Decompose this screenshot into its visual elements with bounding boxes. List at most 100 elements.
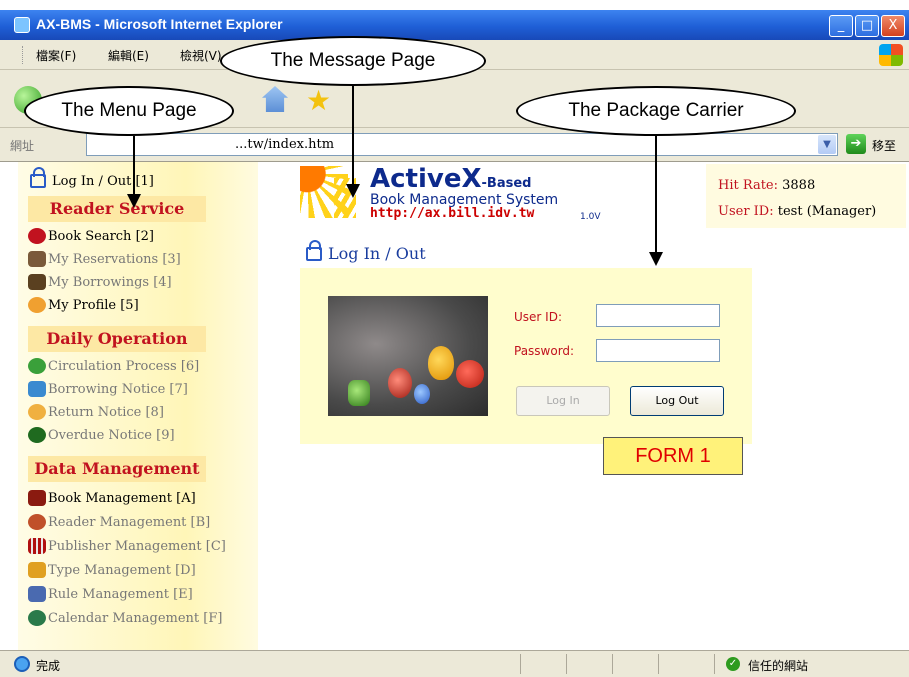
type-management-icon <box>28 562 46 578</box>
logout-button[interactable]: Log Out <box>630 386 724 416</box>
callout-arrow-head <box>127 194 141 208</box>
flask-shape <box>428 346 454 380</box>
menu-item-label: Reader Management [B] <box>48 514 211 530</box>
menu-calendar-management[interactable]: Calendar Management [F] <box>28 607 222 629</box>
section-data-management: Data Management <box>28 456 206 482</box>
reader-management-icon <box>28 514 46 530</box>
menu-book-search[interactable]: Book Search [2] <box>28 225 154 247</box>
hit-rate-row: Hit Rate: 3888 <box>718 178 815 193</box>
status-separator <box>658 654 659 674</box>
callout-message-page: The Message Page <box>220 36 486 86</box>
user-id-row: User ID: test (Manager) <box>718 204 876 219</box>
menu-item-label: Overdue Notice [9] <box>48 427 175 443</box>
menu-book-management[interactable]: Book Management [A] <box>28 487 196 509</box>
status-separator <box>520 654 521 674</box>
home-icon[interactable] <box>262 86 288 112</box>
flask-shape <box>388 368 412 398</box>
address-dropdown-icon[interactable]: ▼ <box>818 135 836 154</box>
calendar-management-icon <box>28 610 46 626</box>
ie-app-icon <box>14 17 30 33</box>
menu-item-label: My Borrowings [4] <box>48 274 172 290</box>
activex-logo: ActiveX-Based Book Management System htt… <box>298 164 698 230</box>
password-field-label: Password: <box>514 344 575 358</box>
return-notice-icon <box>28 404 46 420</box>
menu-type-management[interactable]: Type Management [D] <box>28 559 196 581</box>
trusted-zone-icon: ✓ <box>726 657 740 671</box>
reader-icon <box>28 228 46 244</box>
book-management-icon <box>28 490 46 506</box>
overdue-notice-icon <box>28 427 46 443</box>
logo-url: http://ax.bill.idv.tw <box>370 206 535 221</box>
address-value: ...tw/index.htm <box>235 137 335 152</box>
status-separator <box>566 654 567 674</box>
menu-item-label: Calendar Management [F] <box>48 610 223 626</box>
menu-item-label: Publisher Management [C] <box>48 538 226 554</box>
menu-item-label: Borrowing Notice [7] <box>48 381 188 397</box>
publisher-management-icon <box>28 538 46 554</box>
user-id-label: User ID: <box>718 204 774 219</box>
window-title: AX-BMS - Microsoft Internet Explorer <box>36 16 283 32</box>
menu-my-profile[interactable]: My Profile [5] <box>28 294 139 316</box>
minimize-button[interactable]: _ <box>829 15 853 37</box>
lock-icon <box>306 239 322 261</box>
menu-file[interactable]: 檔案(F) <box>36 47 76 64</box>
section-reader-service: Reader Service <box>28 196 206 222</box>
status-separator <box>714 654 715 674</box>
menu-reader-management[interactable]: Reader Management [B] <box>28 511 210 533</box>
menu-edit[interactable]: 編輯(E) <box>108 47 149 64</box>
lock-icon <box>30 167 46 188</box>
page-done-icon <box>14 656 30 672</box>
login-form-panel: User ID: Password: Log In Log Out <box>300 268 752 444</box>
form1-tag: FORM 1 <box>603 437 743 475</box>
menu-my-reservations[interactable]: My Reservations [3] <box>28 248 181 270</box>
favorites-star-icon[interactable]: ★ <box>306 84 331 117</box>
status-separator <box>612 654 613 674</box>
maximize-button[interactable]: □ <box>855 15 879 37</box>
message-page-stats: Hit Rate: 3888 User ID: test (Manager) <box>706 164 906 228</box>
user-id-value: test (Manager) <box>777 204 877 219</box>
login-heading-text: Log In / Out <box>328 244 426 263</box>
logo-title: ActiveX-Based <box>370 164 532 194</box>
menu-view[interactable]: 檢視(V) <box>180 47 222 64</box>
status-bar: 完成 ✓ 信任的網站 <box>0 650 909 677</box>
menu-return-notice[interactable]: Return Notice [8] <box>28 401 164 423</box>
password-input[interactable] <box>596 339 720 362</box>
hit-rate-value: 3888 <box>782 178 816 193</box>
windows-logo-icon <box>879 44 903 66</box>
address-input[interactable]: ...tw/index.htm ▼ <box>86 133 838 156</box>
go-button-label[interactable]: 移至 <box>872 137 896 154</box>
address-label: 網址 <box>10 139 35 153</box>
menu-borrowing-notice[interactable]: Borrowing Notice [7] <box>28 378 188 400</box>
login-button[interactable]: Log In <box>516 386 610 416</box>
menu-item-label: My Reservations [3] <box>48 251 181 267</box>
logo-version: 1.0V <box>580 212 601 222</box>
callout-arrow-line <box>655 136 657 254</box>
menu-rule-management[interactable]: Rule Management [E] <box>28 583 193 605</box>
hit-rate-label: Hit Rate: <box>718 178 778 193</box>
flask-shape <box>348 380 370 406</box>
borrowing-notice-icon <box>28 381 46 397</box>
menu-item-label: Book Management [A] <box>48 490 196 506</box>
window-titlebar: AX-BMS - Microsoft Internet Explorer _ □… <box>0 10 909 40</box>
chemistry-flasks-image <box>328 296 488 416</box>
menu-item-label: My Profile [5] <box>48 297 139 313</box>
callout-arrow-line <box>352 86 354 186</box>
borrowings-icon <box>28 274 46 290</box>
callout-arrow-head <box>649 252 663 266</box>
menu-publisher-management[interactable]: Publisher Management [C] <box>28 535 226 557</box>
security-zone-text: 信任的網站 <box>748 659 809 673</box>
menubar-grip <box>22 46 25 64</box>
menu-item-label: Rule Management [E] <box>48 586 193 602</box>
close-button[interactable]: X <box>881 15 905 37</box>
flask-shape <box>414 384 430 404</box>
menu-overdue-notice[interactable]: Overdue Notice [9] <box>28 424 175 446</box>
flask-shape <box>456 360 484 388</box>
menu-my-borrowings[interactable]: My Borrowings [4] <box>28 271 172 293</box>
menu-page-frame: Log In / Out [1] Reader Service Book Sea… <box>18 162 258 650</box>
status-text: 完成 <box>36 659 61 673</box>
user-id-field-label: User ID: <box>514 310 562 324</box>
menu-circulation-process[interactable]: Circulation Process [6] <box>28 355 199 377</box>
go-arrow-icon[interactable]: ➔ <box>846 134 866 154</box>
menu-item-label: Book Search [2] <box>48 228 154 244</box>
user-id-input[interactable] <box>596 304 720 327</box>
